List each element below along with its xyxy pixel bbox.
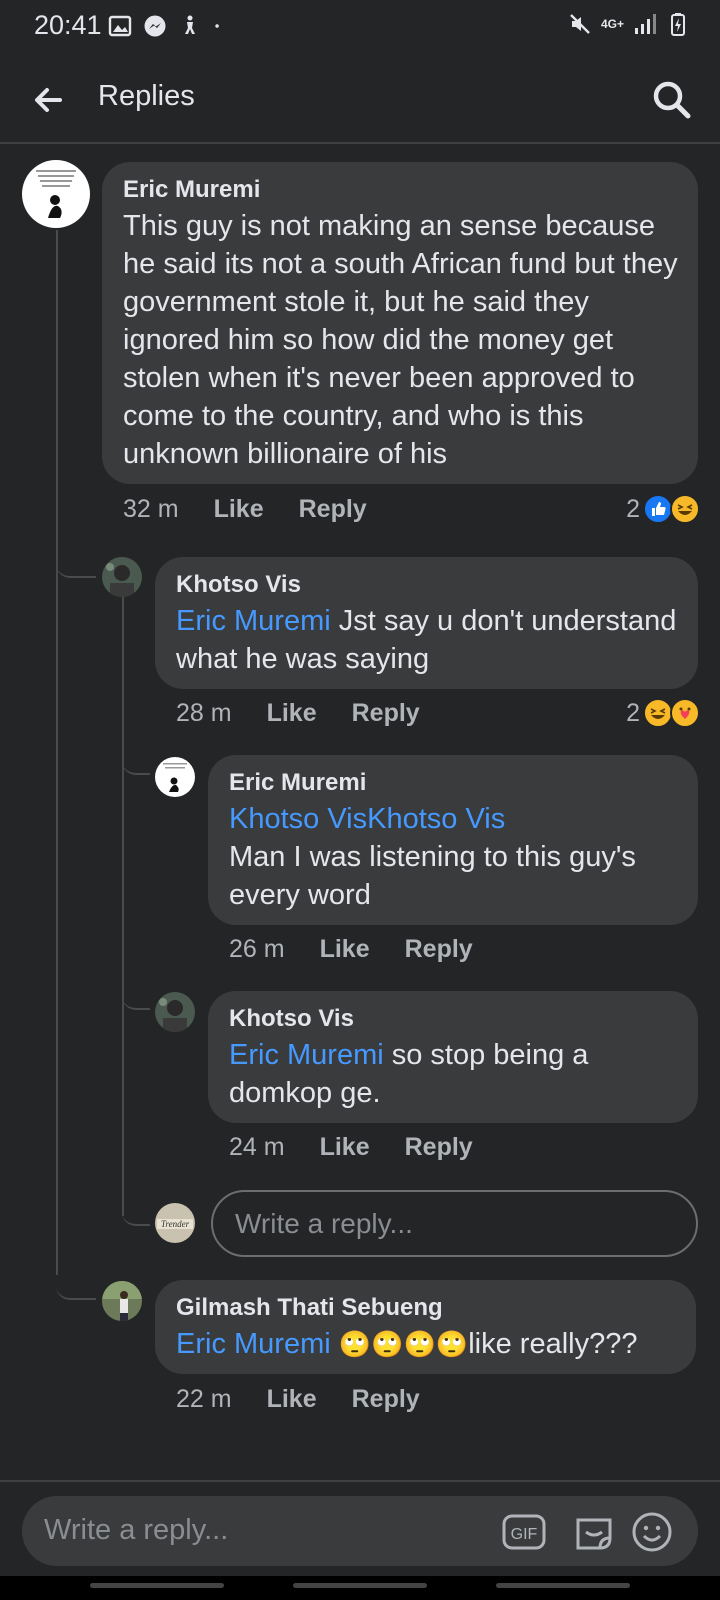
like-button[interactable]: Like [214, 495, 264, 524]
avatar[interactable] [155, 992, 195, 1032]
signal-icon [635, 14, 656, 34]
comment-text: Man I was listening to this guy's every … [229, 841, 636, 911]
search-icon[interactable] [648, 76, 696, 124]
reaction-summary[interactable]: 2 [626, 698, 700, 728]
like-button[interactable]: Like [320, 935, 370, 964]
composer-placeholder: Write a reply... [44, 1514, 229, 1546]
accessibility-notification-icon [185, 15, 195, 34]
thread-connector [122, 1196, 150, 1226]
mention-link[interactable]: Eric Muremi [176, 1328, 331, 1360]
status-time: 20:41 [34, 10, 102, 40]
more-notifications-dot-icon [215, 24, 219, 28]
thread-connector [122, 980, 150, 1010]
comment-bubble: Eric Muremi Khotso VisKhotso Vis Man I w… [208, 755, 698, 925]
comment-actions: 28 m Like Reply [176, 699, 455, 728]
back-arrow-icon[interactable] [28, 78, 72, 122]
thread-line-nested [122, 596, 124, 1216]
avatar-image-icon [106, 563, 134, 597]
reaction-summary[interactable]: 2 [626, 494, 700, 524]
reply-button[interactable]: Reply [405, 1133, 473, 1162]
battery-charging-icon [671, 13, 685, 36]
comment-bubble: Eric Muremi This guy is not making an se… [102, 162, 698, 484]
reply-button[interactable]: Reply [299, 495, 367, 524]
mention-link[interactable]: Eric Muremi [229, 1039, 384, 1071]
comment-author[interactable]: Khotso Vis [176, 571, 301, 599]
page-title: Replies [98, 80, 195, 112]
avatar[interactable] [102, 1281, 142, 1321]
comment-timestamp: 32 m [123, 495, 179, 523]
thread-connector [122, 745, 150, 775]
emoji-group: 🙄🙄🙄🙄 [338, 1329, 469, 1359]
current-user-avatar: Trender [155, 1203, 195, 1243]
avatar-image-icon [163, 763, 187, 792]
comment-text: Eric Muremi so stop being a domkop ge. [229, 1039, 589, 1109]
comment-timestamp: 24 m [229, 1133, 285, 1161]
emoji-icon[interactable] [630, 1510, 674, 1554]
recent-apps-button[interactable] [90, 1583, 224, 1588]
like-button[interactable]: Like [267, 1385, 317, 1414]
home-button[interactable] [293, 1583, 427, 1588]
comment-author[interactable]: Eric Muremi [123, 176, 260, 204]
like-button[interactable]: Like [267, 699, 317, 728]
comment-author[interactable]: Gilmash Thati Sebueng [176, 1294, 443, 1322]
comment-author[interactable]: Khotso Vis [229, 1005, 354, 1033]
back-button[interactable] [496, 1583, 630, 1588]
comment-timestamp: 26 m [229, 935, 285, 963]
svg-text:Trender: Trender [161, 1219, 190, 1229]
care-reaction-icon [670, 698, 700, 728]
haha-reaction-icon [643, 698, 673, 728]
reply-button[interactable]: Reply [352, 1385, 420, 1414]
thread-connector [56, 540, 96, 578]
comment-text: Eric Muremi 🙄🙄🙄🙄like really??? [176, 1328, 638, 1360]
comment-bubble: Khotso Vis Eric Muremi so stop being a d… [208, 991, 698, 1123]
status-bar: 20:41 4G+ [0, 0, 720, 56]
composer-input[interactable]: Write a reply... GIF [22, 1496, 698, 1566]
gallery-notification-icon [108, 15, 132, 37]
haha-reaction-icon [670, 494, 700, 524]
comment-actions: 24 m Like Reply [229, 1133, 508, 1162]
avatar-image-icon: Trender [157, 1219, 193, 1229]
reply-input-placeholder: Write a reply... [235, 1208, 413, 1239]
reply-button[interactable]: Reply [405, 935, 473, 964]
comment-actions: 22 m Like Reply [176, 1385, 455, 1414]
system-navigation-bar [0, 1576, 720, 1600]
comment-text: Eric Muremi Jst say u don't understand w… [176, 605, 677, 675]
mute-icon [570, 14, 590, 34]
reaction-count: 2 [626, 698, 640, 727]
comment-bubble: Khotso Vis Eric Muremi Jst say u don't u… [155, 557, 698, 689]
like-button[interactable]: Like [320, 1133, 370, 1162]
thread-connector [56, 1262, 96, 1300]
app-bar: Replies [0, 56, 720, 144]
thread-line-root [56, 230, 58, 1275]
like-reaction-icon [643, 494, 673, 524]
avatar-image-icon [102, 1281, 142, 1321]
network-type-icon: 4G+ [600, 17, 624, 31]
reaction-count: 2 [626, 494, 640, 523]
sticker-icon[interactable] [572, 1510, 616, 1554]
svg-text:GIF: GIF [511, 1526, 538, 1543]
comment-actions: 32 m Like Reply [123, 495, 402, 524]
avatar[interactable] [22, 160, 90, 228]
comment-author[interactable]: Eric Muremi [229, 769, 366, 797]
avatar-image-icon [36, 170, 76, 218]
mention-link[interactable]: Eric Muremi [176, 605, 331, 637]
avatar-image-icon [159, 998, 187, 1032]
comment-text: This guy is not making an sense because … [123, 210, 678, 470]
nested-reply-input[interactable]: Write a reply... [211, 1190, 698, 1257]
messenger-notification-icon [144, 15, 166, 37]
reply-button[interactable]: Reply [352, 699, 420, 728]
comment-timestamp: 28 m [176, 699, 232, 727]
comment-bubble: Gilmash Thati Sebueng Eric Muremi 🙄🙄🙄🙄li… [155, 1280, 696, 1374]
bottom-composer: Write a reply... GIF [0, 1480, 720, 1572]
avatar[interactable] [155, 757, 195, 797]
comment-timestamp: 22 m [176, 1385, 232, 1413]
comment-actions: 26 m Like Reply [229, 935, 508, 964]
gif-icon[interactable]: GIF [502, 1510, 546, 1554]
avatar[interactable] [102, 557, 142, 597]
mention-link[interactable]: Khotso VisKhotso Vis [229, 800, 684, 838]
